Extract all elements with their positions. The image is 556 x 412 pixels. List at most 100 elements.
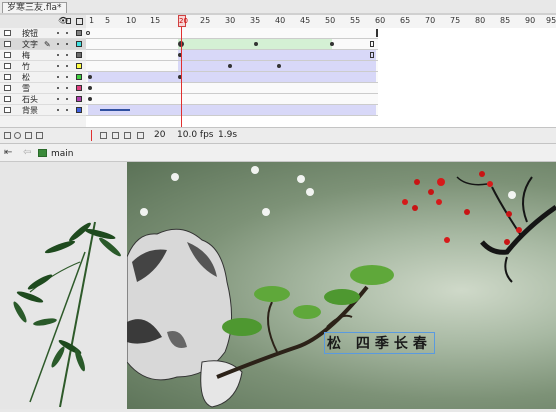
stage-artwork [126, 166, 556, 408]
tween-span[interactable] [256, 39, 332, 49]
edit-multiple-frames-icon[interactable] [124, 132, 131, 139]
frame-row[interactable] [86, 83, 378, 94]
lock-dot[interactable] [66, 76, 68, 78]
frame-row[interactable] [86, 94, 378, 105]
layer-icon [4, 41, 11, 47]
keyframe[interactable] [88, 97, 92, 101]
keyframe[interactable] [88, 75, 92, 79]
new-layer-icon[interactable] [4, 132, 11, 139]
ruler-tick: 75 [450, 16, 461, 25]
frame-grid[interactable] [86, 28, 556, 127]
audio-waveform [100, 109, 130, 111]
delete-layer-icon[interactable] [36, 132, 43, 139]
onion-skin-icon[interactable] [100, 132, 107, 139]
lock-dot[interactable] [66, 65, 68, 67]
bamboo-illustration [13, 221, 121, 408]
ruler-tick: 70 [425, 16, 436, 25]
layer-name: 石头 [22, 95, 38, 104]
pencil-icon: ✎ [44, 40, 51, 49]
ruler-tick: 95 [546, 16, 556, 25]
new-folder-icon[interactable] [25, 132, 32, 139]
tween-span[interactable] [88, 105, 376, 115]
frame-row[interactable] [86, 72, 378, 83]
lock-dot[interactable] [66, 109, 68, 111]
onion-outline-icon[interactable] [112, 132, 119, 139]
playhead-frame-indicator[interactable]: 20 [178, 15, 188, 27]
ruler-tick: 45 [300, 16, 311, 25]
tween-span[interactable] [88, 72, 376, 82]
current-frame[interactable]: 20 [154, 130, 165, 140]
keyframe[interactable] [277, 64, 281, 68]
layer-color-swatch[interactable] [76, 30, 82, 36]
bamboo-offstage[interactable] [0, 162, 127, 409]
keyframe[interactable] [330, 42, 334, 46]
frame-row[interactable] [86, 39, 378, 50]
layer-name: 背景 [22, 106, 38, 115]
layer-row-pine[interactable]: 松 [0, 72, 86, 83]
visibility-dot[interactable] [57, 109, 59, 111]
tween-span[interactable] [178, 50, 376, 60]
add-guide-icon[interactable] [14, 132, 21, 139]
stage[interactable] [126, 162, 556, 409]
frame-row[interactable] [86, 28, 378, 39]
layer-row-bamboo[interactable]: 竹 [0, 61, 86, 72]
outline-icon[interactable] [76, 18, 83, 25]
visibility-dot[interactable] [57, 76, 59, 78]
layer-row-background[interactable]: 背景 [0, 105, 86, 116]
scene-breadcrumb[interactable]: main [51, 149, 74, 159]
layer-row-plum[interactable]: 梅 [0, 50, 86, 61]
timeline-toggle-icon[interactable]: ⇤ [4, 147, 12, 158]
layer-name: 文字 [22, 40, 38, 49]
frame-row[interactable] [86, 105, 378, 116]
layer-row-stone[interactable]: 石头 [0, 94, 86, 105]
ruler-tick: 60 [375, 16, 386, 25]
modify-onion-markers-icon[interactable] [137, 132, 144, 139]
ruler-tick: 50 [325, 16, 336, 25]
visibility-dot[interactable] [57, 54, 59, 56]
layer-color-swatch[interactable] [76, 96, 82, 102]
visibility-dot[interactable] [57, 98, 59, 100]
stage-caption-text[interactable]: 松 四季长春 [324, 332, 435, 354]
visibility-dot[interactable] [57, 32, 59, 34]
keyframe[interactable] [254, 42, 258, 46]
layer-header: 👁 [0, 15, 86, 29]
frame-row[interactable] [86, 50, 378, 61]
lock-dot[interactable] [66, 43, 68, 45]
frame-rate[interactable]: 10.0 fps [177, 130, 213, 140]
layer-color-swatch[interactable] [76, 41, 82, 47]
lock-dot[interactable] [66, 87, 68, 89]
layer-name: 梅 [22, 51, 30, 60]
layer-color-swatch[interactable] [76, 85, 82, 91]
end-frame [376, 29, 378, 37]
lock-icon[interactable] [66, 18, 71, 24]
layer-row-snow[interactable]: 雪 [0, 83, 86, 94]
lock-dot[interactable] [66, 54, 68, 56]
frame-row[interactable] [86, 61, 378, 72]
layer-color-swatch[interactable] [76, 74, 82, 80]
keyframe[interactable] [88, 86, 92, 90]
visibility-dot[interactable] [57, 87, 59, 89]
playhead-line[interactable] [181, 27, 182, 127]
lock-dot[interactable] [66, 32, 68, 34]
tween-span[interactable] [178, 39, 256, 49]
ruler-tick: 25 [200, 16, 211, 25]
layer-name: 雪 [22, 84, 30, 93]
layer-color-swatch[interactable] [76, 107, 82, 113]
layer-row-text[interactable]: 文字 ✎ [0, 39, 86, 50]
ruler-tick: 15 [150, 16, 161, 25]
end-frame [370, 41, 374, 47]
keyframe-empty[interactable] [86, 31, 90, 35]
layer-color-swatch[interactable] [76, 52, 82, 58]
ruler-tick: 65 [400, 16, 411, 25]
visibility-dot[interactable] [57, 43, 59, 45]
keyframe[interactable] [228, 64, 232, 68]
layer-color-swatch[interactable] [76, 63, 82, 69]
frame-ruler[interactable]: 1 5 10 15 25 30 35 40 45 50 55 60 65 70 … [86, 15, 556, 29]
back-arrow-icon[interactable]: ⇦ [23, 147, 31, 158]
ruler-tick: 1 [89, 16, 95, 25]
lock-dot[interactable] [66, 98, 68, 100]
ruler-tick: 40 [275, 16, 286, 25]
center-frame-icon[interactable] [91, 130, 92, 141]
layer-row-button[interactable]: 按钮 [0, 28, 86, 39]
visibility-dot[interactable] [57, 65, 59, 67]
